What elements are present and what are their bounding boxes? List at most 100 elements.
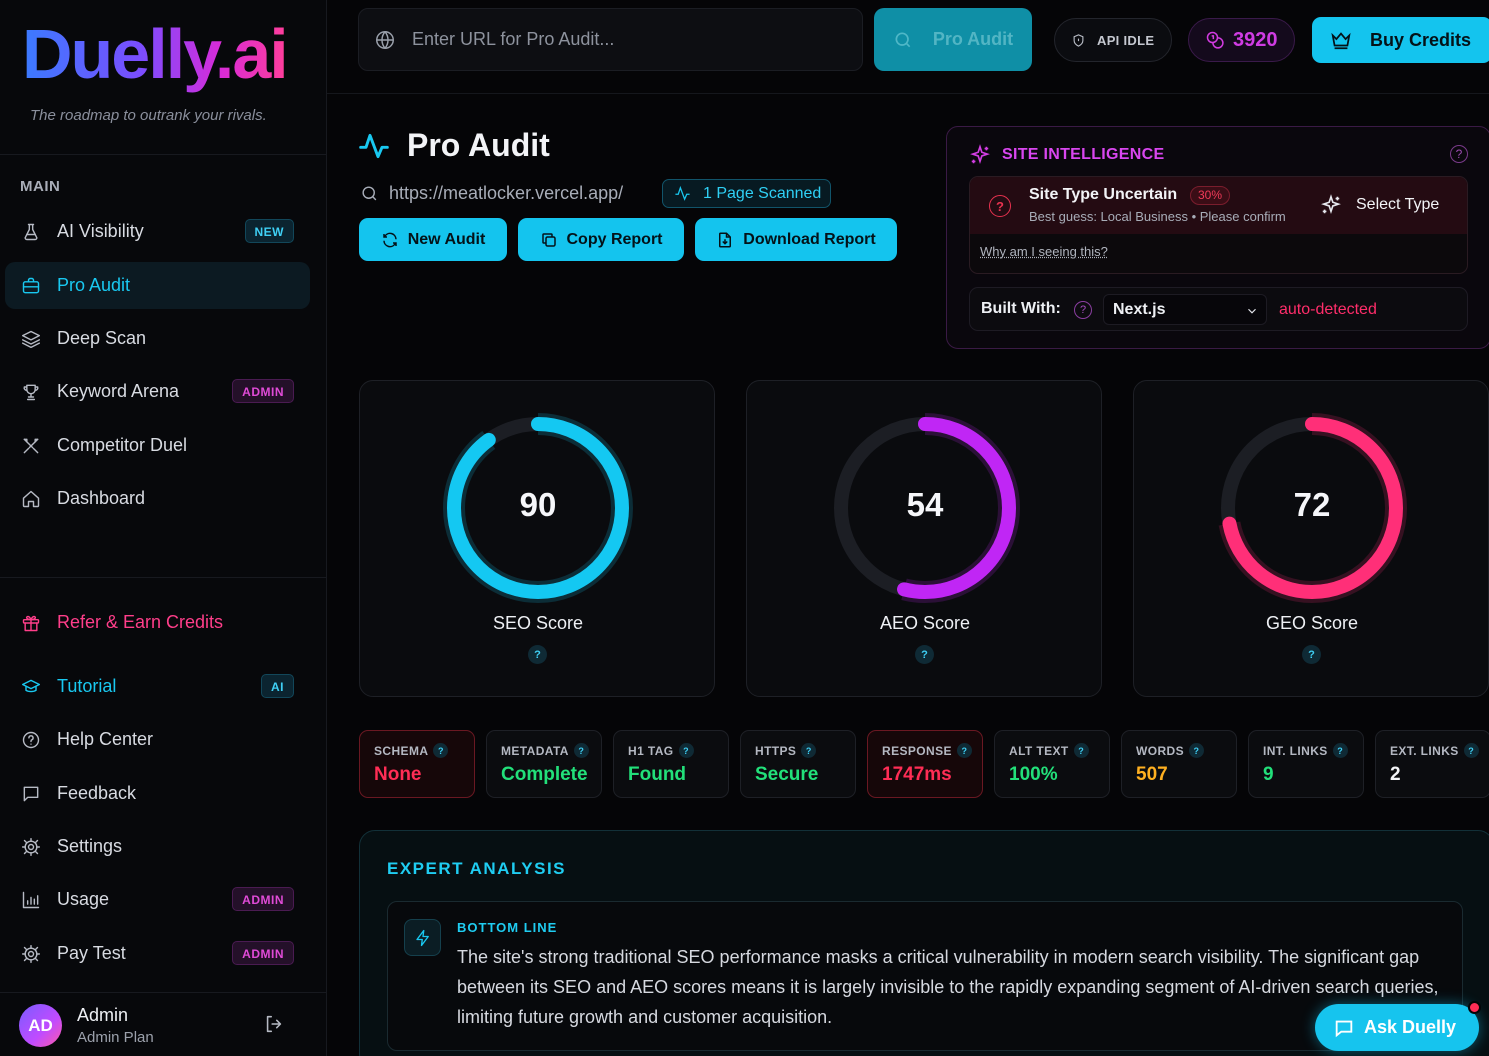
metric-help-icon[interactable]: ? [1189, 743, 1204, 758]
sidebar-item-dashboard[interactable]: Dashboard [5, 475, 310, 522]
layers-icon [20, 328, 42, 350]
metric-label: HTTPS? [755, 743, 817, 758]
metric-help-icon[interactable]: ? [678, 743, 694, 758]
metric-label-text: RESPONSE [882, 743, 952, 758]
sidebar-item-label: Pro Audit [57, 275, 131, 295]
metric-label-text: H1 TAG [628, 743, 674, 758]
sidebar-item-label: Usage [57, 889, 110, 909]
score-card: 72 GEO Score? [1133, 380, 1489, 697]
ask-duelly-button[interactable]: Ask Duelly [1315, 1004, 1479, 1051]
metric-help-icon[interactable]: ? [1463, 743, 1479, 758]
sidebar-item-pay-test[interactable]: Pay Test ADMIN [5, 930, 310, 977]
buy-credits-button[interactable]: Buy Credits [1312, 17, 1489, 63]
refresh-icon [382, 232, 397, 247]
metric-help-icon[interactable]: ? [801, 743, 817, 758]
expert-analysis-title: EXPERT ANALYSIS [387, 859, 567, 878]
download-report-button[interactable]: Download Report [695, 218, 897, 261]
score-label: AEO Score [879, 613, 971, 633]
graduation-cap-icon [20, 676, 42, 698]
sidebar-item-competitor-duel[interactable]: Competitor Duel [5, 422, 310, 469]
sidebar-divider [0, 577, 326, 578]
sidebar-item-label: Refer & Earn Credits [57, 612, 224, 632]
avatar[interactable]: AD [19, 1004, 62, 1047]
section-label-main: MAIN [20, 178, 61, 195]
metric-label: INT. LINKS? [1263, 743, 1348, 758]
metric-label-text: WORDS [1136, 743, 1184, 758]
copy-report-label: Copy Report [566, 230, 663, 248]
metric-value: Complete [501, 764, 588, 785]
auto-detected-text: auto-detected [1279, 301, 1377, 318]
site-intelligence-header: SITE INTELLIGENCE [969, 144, 1164, 166]
new-audit-button[interactable]: New Audit [359, 218, 507, 261]
built-with-label: Built With: [981, 300, 1061, 317]
site-intelligence-help-icon[interactable]: ? [1450, 145, 1468, 163]
download-file-icon [719, 232, 732, 247]
score-value: 54 [906, 486, 944, 523]
sidebar-item-help-center[interactable]: Help Center [5, 716, 310, 763]
bottom-line-text: The site's strong traditional SEO perfor… [457, 947, 1439, 1027]
activity-icon [358, 130, 390, 162]
framework-select[interactable]: Next.js [1103, 294, 1267, 325]
metric-tile: ALT TEXT? 100% [994, 730, 1110, 798]
metric-help-icon[interactable]: ? [1332, 743, 1348, 758]
built-with-help-icon[interactable]: ? [1074, 301, 1092, 319]
chevron-down-icon [1248, 308, 1256, 314]
sidebar-item-refer[interactable]: Refer & Earn Credits [5, 599, 310, 646]
metric-label: SCHEMA? [374, 743, 449, 758]
sidebar-item-label: Competitor Duel [57, 435, 188, 455]
metric-label-text: SCHEMA [374, 743, 429, 758]
search-icon [895, 32, 911, 47]
admin-badge: ADMIN [232, 379, 294, 403]
admin-badge: ADMIN [232, 941, 294, 965]
score-card: 54 AEO Score? [746, 380, 1102, 697]
sidebar-item-deep-scan[interactable]: Deep Scan [5, 315, 310, 362]
metric-tile: EXT. LINKS? 2 [1375, 730, 1489, 798]
pro-audit-button-label: Pro Audit [932, 29, 1014, 49]
sidebar-item-pro-audit[interactable]: Pro Audit [5, 262, 310, 309]
sidebar-item-ai-visibility[interactable]: AI Visibility NEW [5, 208, 310, 255]
score-help-icon[interactable]: ? [528, 645, 547, 664]
url-input[interactable] [412, 29, 832, 50]
sparkles-icon [970, 144, 990, 165]
sidebar-item-tutorial[interactable]: Tutorial AI [5, 663, 310, 710]
logo[interactable]: Duelly.ai [22, 14, 289, 94]
lightning-icon [404, 919, 441, 956]
site-type-guess: Best guess: Local Business • Please conf… [1029, 209, 1286, 224]
sidebar-item-feedback[interactable]: Feedback [5, 770, 310, 817]
activity-icon [675, 185, 690, 201]
topbar: Pro Audit API IDLE 3920 Buy Credits [327, 0, 1489, 94]
metric-help-icon[interactable]: ? [956, 743, 972, 758]
notification-dot [1468, 1001, 1481, 1014]
sidebar-item-settings[interactable]: Settings [5, 823, 310, 870]
page-title: Pro Audit [407, 127, 550, 163]
metric-help-icon[interactable]: ? [433, 743, 449, 758]
copy-icon [541, 232, 556, 247]
built-with-row: Built With: ? Next.js auto-detected [969, 287, 1468, 331]
url-input-wrapper[interactable] [358, 8, 863, 71]
why-seeing-this-link[interactable]: Why am I seeing this? [980, 244, 1108, 259]
metric-tile: INT. LINKS? 9 [1248, 730, 1364, 798]
select-type-button[interactable]: Select Type [1320, 194, 1439, 216]
sidebar-item-usage[interactable]: Usage ADMIN [5, 876, 310, 923]
site-intelligence-card: SITE INTELLIGENCE ? ? Site Type Uncertai… [946, 126, 1489, 349]
site-type-uncertain-panel: ? Site Type Uncertain 30% Best guess: Lo… [969, 176, 1468, 274]
user-name: Admin [77, 1005, 129, 1025]
metric-value: Secure [755, 764, 819, 785]
alert-help-icon: ? [989, 195, 1011, 217]
copy-report-button[interactable]: Copy Report [518, 218, 684, 261]
score-value: 72 [1293, 486, 1331, 523]
credits-pill[interactable]: 3920 [1188, 18, 1295, 62]
metric-value: 1747ms [882, 764, 952, 785]
metric-help-icon[interactable]: ? [1073, 743, 1089, 758]
gear-icon [20, 836, 42, 858]
metric-value: 507 [1136, 764, 1168, 785]
sidebar-item-keyword-arena[interactable]: Keyword Arena ADMIN [5, 368, 310, 415]
logout-icon[interactable] [263, 1013, 287, 1037]
metric-tile: SCHEMA? None [359, 730, 475, 798]
metric-help-icon[interactable]: ? [573, 743, 589, 758]
sidebar-item-label: Dashboard [57, 488, 146, 508]
metric-label-text: ALT TEXT [1009, 743, 1069, 758]
score-help-icon[interactable]: ? [1302, 645, 1321, 664]
score-help-icon[interactable]: ? [915, 645, 934, 664]
pro-audit-button[interactable]: Pro Audit [874, 8, 1032, 71]
